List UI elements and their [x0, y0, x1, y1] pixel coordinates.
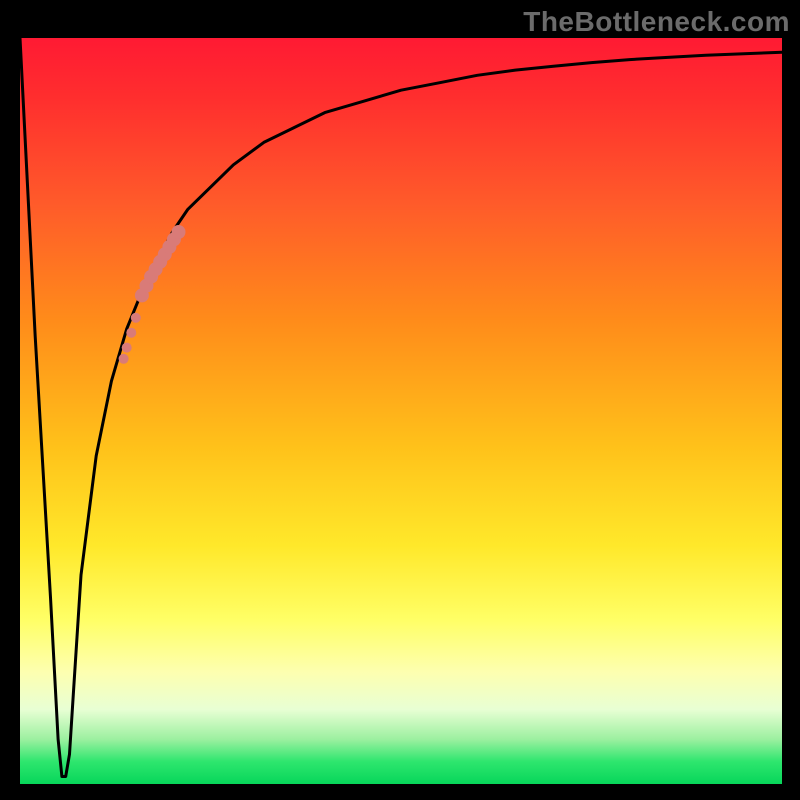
highlight-point: [119, 354, 129, 364]
bottleneck-curve: [20, 38, 782, 777]
highlight-point: [131, 313, 141, 323]
chart-frame: [20, 38, 782, 784]
chart-root: TheBottleneck.com: [0, 0, 800, 800]
chart-svg: [20, 38, 782, 784]
watermark-text: TheBottleneck.com: [523, 6, 790, 38]
highlight-point: [126, 328, 136, 338]
highlight-markers: [119, 225, 186, 364]
highlight-point: [172, 225, 186, 239]
highlight-point: [122, 343, 132, 353]
